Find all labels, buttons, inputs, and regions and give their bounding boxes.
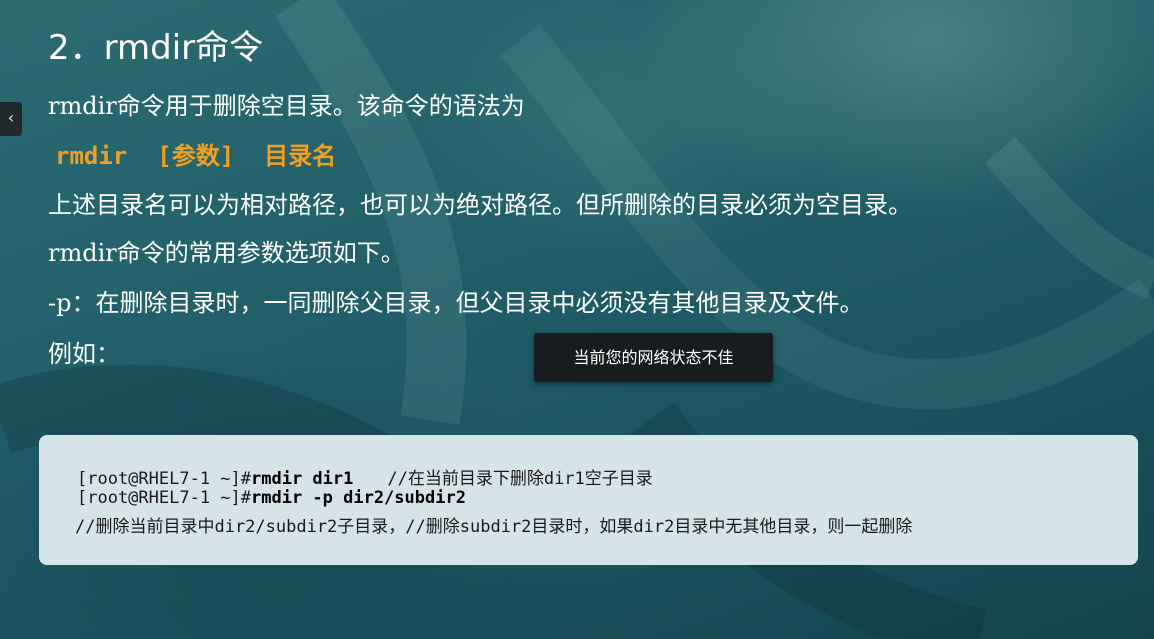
- collapse-sidebar-button[interactable]: ‹: [0, 102, 22, 136]
- code-line-2: [root@RHEL7-1 ~]#rmdir -p dir2/subdir2: [77, 488, 466, 508]
- code-command: rmdir dir1: [251, 469, 354, 489]
- chevron-left-icon: ‹: [7, 108, 15, 127]
- code-line-1: [root@RHEL7-1 ~]#rmdir dir1 //在当前目录下删除dir…: [77, 464, 653, 489]
- syntax-dirname: 目录名: [264, 142, 337, 170]
- example-label: 例如：: [48, 340, 120, 368]
- code-prompt: [root@RHEL7-1 ~]#: [77, 469, 251, 489]
- slide-title: 2．rmdir命令: [48, 28, 264, 68]
- syntax-params: [参数]: [157, 142, 235, 170]
- code-line-3: //删除当前目录中dir2/subdir2子目录，//删除subdir2目录时，…: [75, 517, 913, 537]
- syntax-line: rmdir [参数] 目录名: [55, 136, 336, 171]
- option-p-text: -p：在删除目录时，一同删除父目录，但父目录中必须没有其他目录及文件。: [48, 289, 864, 317]
- network-status-toast: 当前您的网络状态不佳: [534, 333, 773, 382]
- code-comment: //在当前目录下删除dir1空子目录: [387, 469, 653, 489]
- description-text: 上述目录名可以为相对路径，也可以为绝对路径。但所删除的目录必须为空目录。: [48, 191, 912, 219]
- intro-text: rmdir命令用于删除空目录。该命令的语法为: [48, 92, 525, 120]
- code-block: [root@RHEL7-1 ~]#rmdir dir1 //在当前目录下删除dir…: [39, 435, 1138, 565]
- syntax-command: rmdir: [55, 142, 128, 170]
- options-intro-text: rmdir命令的常用参数选项如下。: [48, 239, 405, 267]
- code-prompt: [root@RHEL7-1 ~]#: [77, 488, 251, 508]
- code-command: rmdir -p dir2/subdir2: [251, 488, 466, 508]
